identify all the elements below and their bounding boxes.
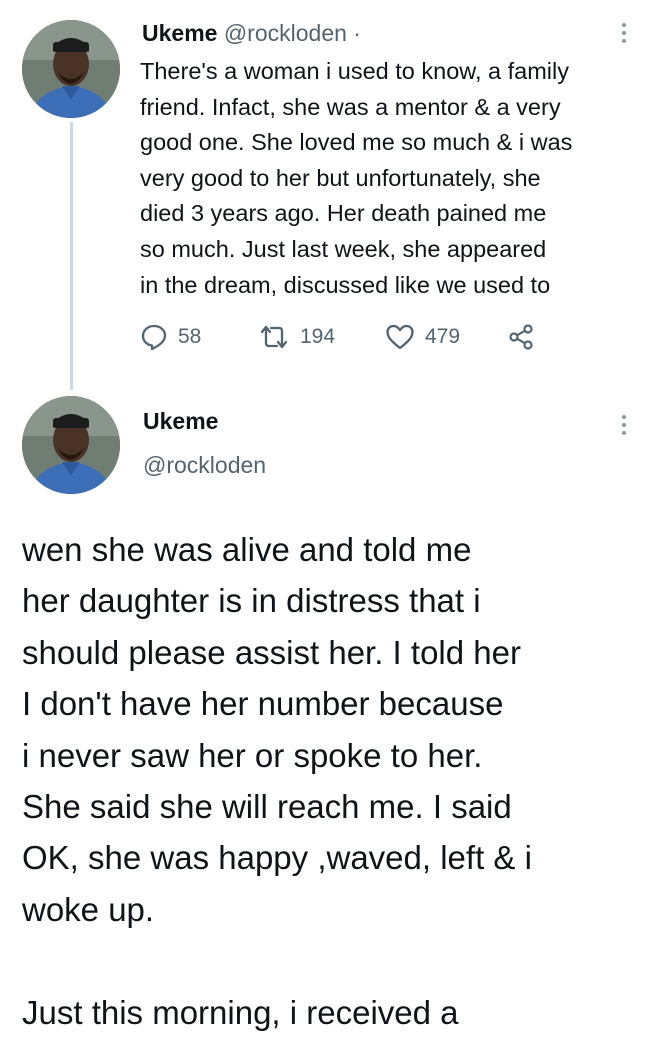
reply-count: 58 [178,325,202,348]
tweet-text-line: I don't have her number because [22,685,504,723]
retweet-count: 194 [300,325,336,348]
tweet-text-line: i never saw her or spoke to her. [22,736,483,774]
tweet-text-line: OK, she was happy ,waved, left & i [22,839,532,877]
like-count: 479 [425,325,461,348]
tweet-text-line: very good to her but unfortunately, she [140,164,541,191]
tweet-header: Ukeme @rockloden · [142,18,361,48]
tweet-text-line: woke up. [22,890,155,928]
author-name[interactable]: Ukeme [143,408,218,435]
tweet-text-line: so much. Just last week, she appeared [140,235,547,262]
retweet-icon [258,323,290,351]
header-separator: · [353,20,361,46]
author-handle[interactable]: @rockloden [143,452,266,479]
tweet-text-line: in the dream, discussed like we used to [140,271,551,298]
thread-connector-line [70,122,73,390]
more-options-icon[interactable] [614,410,634,440]
avatar[interactable] [22,20,120,118]
avatar[interactable] [22,396,120,494]
reply-button[interactable]: 58 [140,323,258,351]
tweet-text-line: She said she will reach me. I said [22,788,512,826]
tweet-text: wen she was alive and told me her daught… [22,524,652,1038]
tweet-text-line: wen she was alive and told me [22,531,472,568]
author-name[interactable]: Ukeme [142,20,217,46]
retweet-button[interactable]: 194 [258,323,385,351]
share-icon [507,323,535,351]
tweet-text-line: died 3 years ago. Her death pained me [140,200,547,227]
tweet-text-line: good one. She loved me so much & i was [140,129,573,156]
more-options-icon[interactable] [614,18,634,48]
tweet-text-line: her daughter is in distress that i [22,582,481,620]
reply-icon [140,323,168,351]
tweet-text-line: friend. Infact, she was a mentor & a ver… [140,93,561,120]
heart-icon [385,323,415,351]
author-handle[interactable]: @rockloden [224,20,347,46]
share-button[interactable] [507,323,535,351]
like-button[interactable]: 479 [385,323,507,351]
tweet-actions: 58 194 479 [140,318,535,356]
tweet-text-line: There's a woman i used to know, a family [140,58,569,84]
tweet-text-line: Just this morning, i received a [22,993,459,1031]
tweet-text: There's a woman i used to know, a family… [140,54,650,303]
tweet-text-line: should please assist her. I told her [22,633,521,671]
